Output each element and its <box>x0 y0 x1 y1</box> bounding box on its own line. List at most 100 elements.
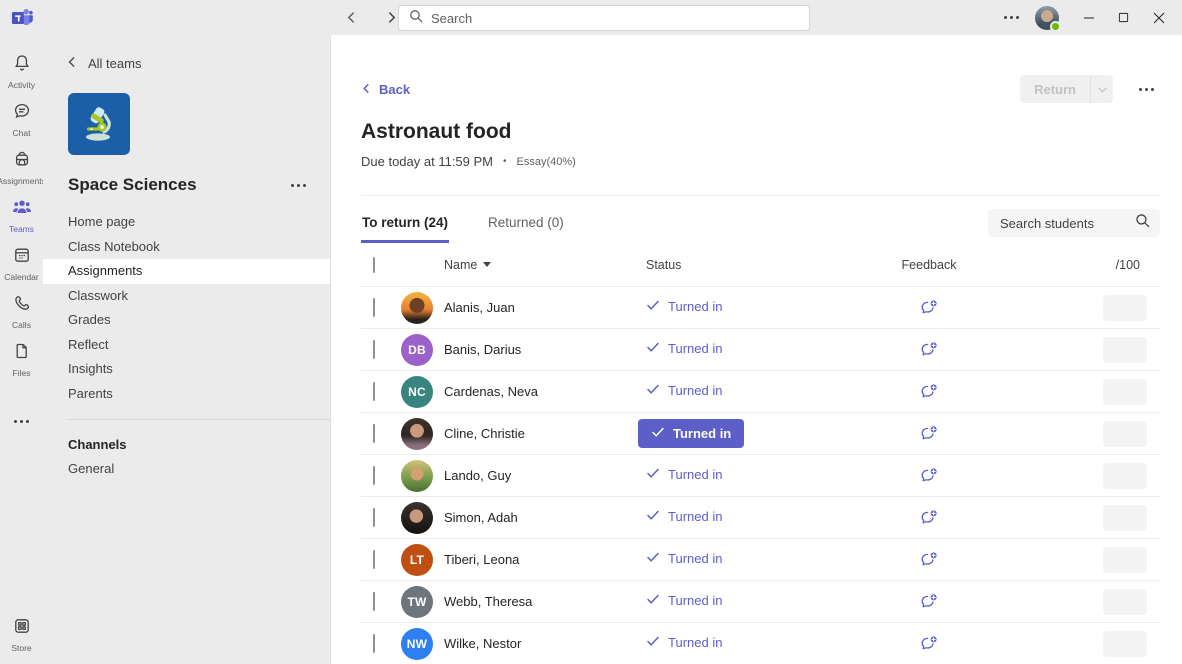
student-name[interactable]: Cardenas, Neva <box>435 384 635 399</box>
turned-in-status[interactable]: Turned in <box>646 550 722 567</box>
student-name[interactable]: Cline, Christie <box>435 426 635 441</box>
nav-item-parents[interactable]: Parents <box>43 382 330 407</box>
turned-in-status[interactable]: Turned in <box>646 466 722 483</box>
teams-logo-icon <box>11 7 33 34</box>
return-split-button: Return <box>1020 75 1113 103</box>
grade-input[interactable] <box>1103 421 1147 447</box>
rail-item-store[interactable]: Store <box>0 610 43 658</box>
feedback-button[interactable] <box>919 508 939 528</box>
settings-more-button[interactable] <box>998 10 1025 25</box>
row-checkbox[interactable] <box>373 550 375 569</box>
feedback-button[interactable] <box>919 298 939 318</box>
student-row: NC Cardenas, Neva Turned in <box>361 371 1160 413</box>
grade-input[interactable] <box>1103 379 1147 405</box>
checkmark-icon <box>646 298 660 315</box>
rail-item-teams[interactable]: Teams <box>0 191 43 239</box>
due-date: Due today at 11:59 PM <box>361 154 493 169</box>
grade-input[interactable] <box>1103 589 1147 615</box>
all-teams-link[interactable]: All teams <box>66 56 330 71</box>
close-button[interactable] <box>1141 0 1176 35</box>
back-nav-button[interactable] <box>340 6 362 28</box>
turned-in-status[interactable]: Turned in <box>646 508 722 525</box>
grade-input[interactable] <box>1103 295 1147 321</box>
global-search[interactable] <box>398 5 810 31</box>
student-name[interactable]: Webb, Theresa <box>435 594 635 609</box>
turned-in-status[interactable]: Turned in <box>646 298 722 315</box>
team-more-button[interactable] <box>285 178 312 193</box>
column-name[interactable]: Name <box>435 258 635 272</box>
student-name[interactable]: Lando, Guy <box>435 468 635 483</box>
student-name[interactable]: Banis, Darius <box>435 342 635 357</box>
turned-in-status[interactable]: Turned in <box>646 382 722 399</box>
rail-item-files[interactable]: Files <box>0 335 43 383</box>
nav-item-classwork[interactable]: Classwork <box>43 284 330 309</box>
grade-input[interactable] <box>1103 463 1147 489</box>
row-checkbox[interactable] <box>373 508 375 527</box>
rail-item-activity[interactable]: Activity <box>0 47 43 95</box>
row-checkbox[interactable] <box>373 466 375 485</box>
feedback-button[interactable] <box>919 550 939 570</box>
rail-more-apps-button[interactable] <box>0 397 43 445</box>
grade-input[interactable] <box>1103 547 1147 573</box>
turned-in-status[interactable]: Turned in <box>646 634 722 651</box>
row-checkbox[interactable] <box>373 382 375 401</box>
row-checkbox[interactable] <box>373 634 375 653</box>
student-search-input[interactable] <box>1000 216 1135 231</box>
return-dropdown-button[interactable] <box>1091 75 1113 103</box>
turned-in-status[interactable]: Turned in <box>646 592 722 609</box>
maximize-button[interactable] <box>1106 0 1141 35</box>
rail-item-calendar[interactable]: Calendar <box>0 239 43 287</box>
row-checkbox[interactable] <box>373 592 375 611</box>
nav-item-reflect[interactable]: Reflect <box>43 333 330 358</box>
turned-in-status[interactable]: Turned in <box>646 340 722 357</box>
tab-to-return[interactable]: To return (24) <box>361 215 449 243</box>
return-button[interactable]: Return <box>1020 75 1091 103</box>
nav-item-assignments[interactable]: Assignments <box>43 259 330 284</box>
row-checkbox[interactable] <box>373 424 375 443</box>
checkmark-icon <box>646 466 660 483</box>
grade-input[interactable] <box>1103 631 1147 657</box>
student-name[interactable]: Simon, Adah <box>435 510 635 525</box>
grade-input[interactable] <box>1103 337 1147 363</box>
turned-in-status[interactable]: Turned in <box>638 419 744 448</box>
student-row: Alanis, Juan Turned in <box>361 287 1160 329</box>
chat-icon <box>12 101 32 126</box>
nav-item-grades[interactable]: Grades <box>43 308 330 333</box>
student-name[interactable]: Tiberi, Leona <box>435 552 635 567</box>
channel-general[interactable]: General <box>43 456 330 481</box>
select-all-checkbox[interactable] <box>373 257 375 273</box>
checkmark-icon <box>646 382 660 399</box>
minimize-button[interactable] <box>1071 0 1106 35</box>
student-avatar <box>401 460 433 492</box>
feedback-button[interactable] <box>919 424 939 444</box>
feedback-button[interactable] <box>919 382 939 402</box>
phone-icon <box>12 293 32 318</box>
row-checkbox[interactable] <box>373 298 375 317</box>
nav-item-insights[interactable]: Insights <box>43 357 330 382</box>
row-checkbox[interactable] <box>373 340 375 359</box>
rail-item-chat[interactable]: Chat <box>0 95 43 143</box>
grade-input[interactable] <box>1103 505 1147 531</box>
rail-item-calls[interactable]: Calls <box>0 287 43 335</box>
user-avatar[interactable] <box>1035 6 1059 30</box>
tab-returned[interactable]: Returned (0) <box>487 215 565 243</box>
checkmark-icon <box>646 634 660 651</box>
global-search-input[interactable] <box>431 11 799 26</box>
feedback-button[interactable] <box>919 634 939 654</box>
feedback-button[interactable] <box>919 592 939 612</box>
back-link[interactable]: Back <box>361 82 410 97</box>
feedback-button[interactable] <box>919 340 939 360</box>
assignment-more-button[interactable] <box>1133 82 1160 97</box>
student-name[interactable]: Wilke, Nestor <box>435 636 635 651</box>
student-name[interactable]: Alanis, Juan <box>435 300 635 315</box>
feedback-button[interactable] <box>919 466 939 486</box>
channels-heading: Channels <box>43 433 330 456</box>
student-avatar <box>401 502 433 534</box>
rail-item-assignments[interactable]: Assignments <box>0 143 43 191</box>
checkmark-icon <box>646 508 660 525</box>
chevron-left-icon <box>361 82 372 97</box>
nav-item-home-page[interactable]: Home page <box>43 210 330 235</box>
team-picture[interactable] <box>68 93 130 155</box>
nav-item-class-notebook[interactable]: Class Notebook <box>43 235 330 260</box>
student-search[interactable] <box>988 209 1160 237</box>
